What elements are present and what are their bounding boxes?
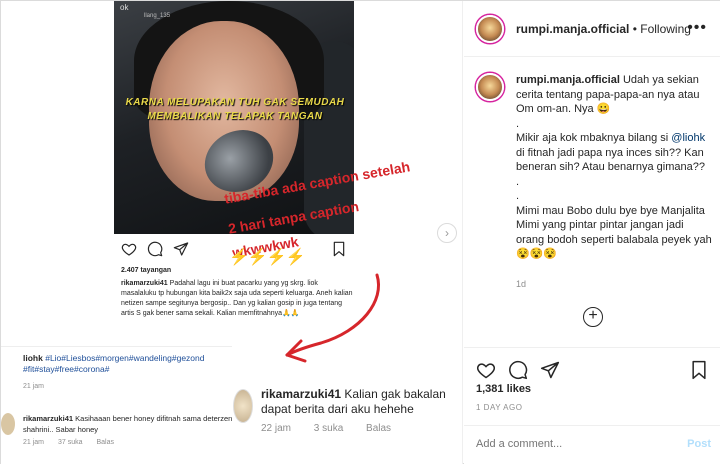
- comment-rika-small-username: rikamarzuki41: [23, 414, 74, 423]
- comment-input[interactable]: [476, 438, 666, 450]
- video-subtitle-line2: MEMBALIKAN TELAPAK TANGAN: [147, 111, 323, 122]
- add-comment-row: Post: [464, 425, 720, 464]
- mention-link[interactable]: @liohk: [671, 132, 705, 144]
- lightning-emojis: ⚡⚡⚡⚡: [229, 249, 306, 266]
- post-button[interactable]: Post: [687, 438, 711, 450]
- comment-reply: Balas: [366, 423, 392, 434]
- comment-liohk-username: liohk: [23, 353, 43, 363]
- comment-rika-big-body: rikamarzuki41 Kalian gak bakalan dapat b…: [261, 387, 461, 417]
- comment-like-count: 3 suka: [313, 423, 344, 434]
- plus-circle-icon[interactable]: +: [583, 307, 603, 327]
- bookmark-icon: [333, 241, 345, 257]
- comment-liohk-text: #Lio#Liesbos#morgen#wandeling#gezond #fi…: [23, 353, 205, 374]
- comment-liohk-time: 21 jam: [23, 383, 45, 390]
- comment-rika-big-username: rikamarzuki41: [261, 387, 342, 401]
- caption-para2-pre: Mikir aja kok mbaknya bilang si: [516, 132, 669, 144]
- post-side-panel: rumpi.manja.official • Following ••• rum…: [464, 1, 720, 464]
- heart-icon: [121, 243, 137, 256]
- share-icon[interactable]: [540, 360, 560, 380]
- caption-dot: .: [516, 190, 520, 202]
- comment-icon[interactable]: [508, 360, 528, 380]
- post-caption: rumpi.manja.official Udah ya sekian ceri…: [516, 73, 712, 262]
- comment-time: 22 jam: [261, 423, 292, 434]
- comment-like-count: 37 suka: [57, 439, 83, 446]
- follow-status-button[interactable]: Following: [640, 22, 691, 36]
- caption-para2-post: di fitnah jadi papa nya inces sih?? Kan …: [516, 146, 705, 174]
- comment-rika-small: rikamarzuki41 Kasihaaan bener honey difi…: [23, 413, 233, 435]
- avatar: [1, 413, 15, 435]
- inner-caption-username: rikamarzuki41: [121, 280, 168, 287]
- heart-icon[interactable]: [476, 360, 496, 380]
- story-handle-sub: llang_135: [144, 13, 171, 19]
- avatar[interactable]: [476, 73, 504, 101]
- bookmark-icon[interactable]: [689, 360, 709, 380]
- caption-para3: Mimi mau Bobo dulu bye bye Manjalita Mim…: [516, 204, 712, 261]
- header-username[interactable]: rumpi.manja.official: [516, 22, 629, 36]
- header-separator: •: [632, 22, 637, 36]
- red-arrow-annotation: [285, 273, 380, 363]
- comment-icon: [147, 241, 163, 257]
- post-media[interactable]: ok llang_135 KARNA MELUPAKAN TUH GAK SEM…: [1, 1, 463, 464]
- comment-rika-small-meta: 21 jam 37 suka Balas: [23, 439, 126, 446]
- video-subtitle-line1: KARNA MELUPAKAN TUH GAK SEMUDAH: [125, 97, 345, 108]
- share-icon: [173, 242, 189, 256]
- post-date: 1 DAY AGO: [476, 403, 523, 412]
- comment-liohk: liohk #Lio#Liesbos#morgen#wandeling#gezo…: [23, 353, 233, 375]
- comment-rika-big-meta: 22 jam 3 suka Balas: [261, 423, 411, 434]
- avatar[interactable]: [476, 15, 504, 43]
- post-header: rumpi.manja.official • Following •••: [464, 1, 720, 57]
- more-icon[interactable]: •••: [687, 19, 707, 37]
- chevron-right-icon[interactable]: ›: [437, 223, 457, 243]
- instagram-post-window: ok llang_135 KARNA MELUPAKAN TUH GAK SEM…: [0, 0, 720, 464]
- caption-time: 1d: [516, 279, 527, 289]
- avatar: [233, 389, 253, 423]
- story-handle: ok: [120, 3, 129, 12]
- header-user: rumpi.manja.official • Following: [516, 22, 691, 36]
- caption-dot: .: [516, 117, 520, 130]
- caption-dot: .: [516, 175, 520, 188]
- caption-username[interactable]: rumpi.manja.official: [516, 74, 620, 86]
- like-count[interactable]: 1,381 likes: [476, 383, 531, 395]
- comment-reply: Balas: [96, 439, 114, 446]
- comment-time: 21 jam: [23, 439, 45, 446]
- inner-view-count: 2.407 tayangan: [121, 267, 172, 274]
